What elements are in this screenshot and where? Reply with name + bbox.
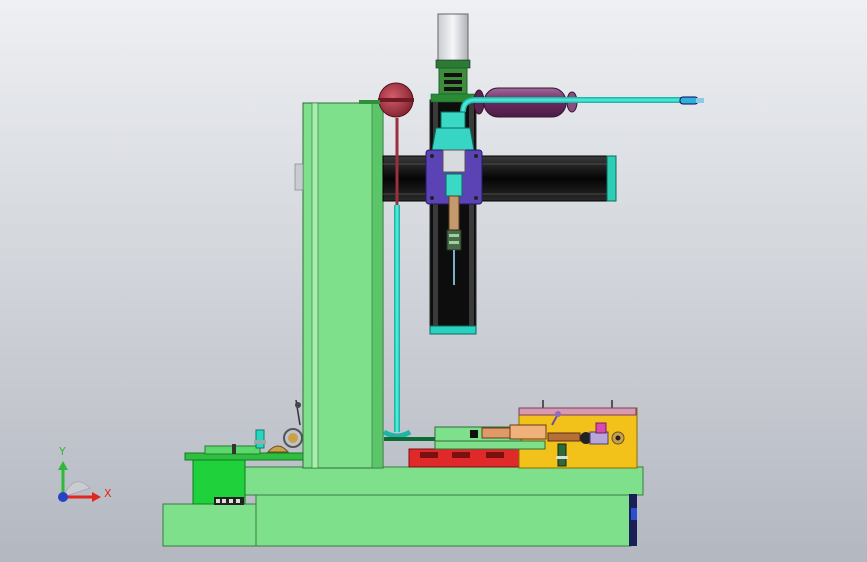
triad-y-label: Y bbox=[58, 445, 66, 458]
triad-origin bbox=[58, 492, 68, 502]
cad-viewport[interactable]: X Y bbox=[0, 0, 867, 562]
vertical-column[interactable] bbox=[294, 102, 384, 469]
horizontal-rail[interactable] bbox=[382, 155, 617, 202]
triad-x-label: X bbox=[104, 487, 112, 500]
